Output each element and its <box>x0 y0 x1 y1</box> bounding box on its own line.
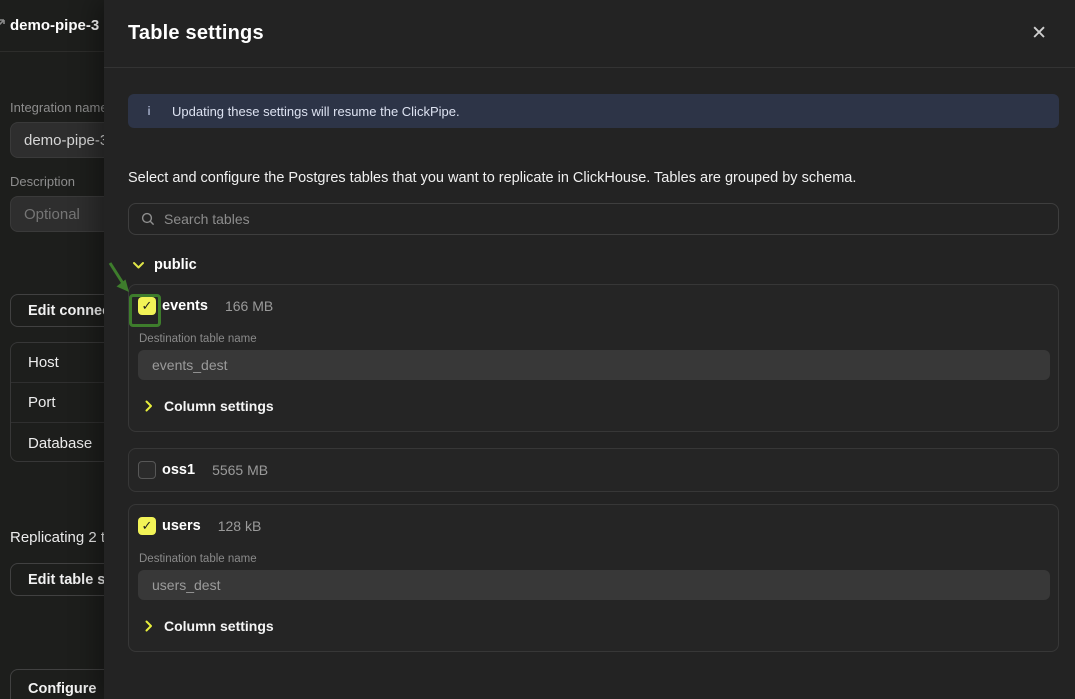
pipe-icon <box>0 17 7 36</box>
connection-row-port: Port <box>11 383 104 423</box>
events-checkbox[interactable]: ✓ <box>138 297 156 315</box>
column-settings-toggle-events[interactable]: Column settings <box>145 398 1058 431</box>
users-checkbox[interactable]: ✓ <box>138 517 156 535</box>
edit-connection-button[interactable]: Edit connection <box>10 294 104 327</box>
table-name: users <box>162 518 201 534</box>
table-row: ✓ events 166 MB <box>129 285 1058 327</box>
modal-description: Select and configure the Postgres tables… <box>128 170 1059 186</box>
modal-header: Table settings ✕ <box>104 0 1075 68</box>
configure-button[interactable]: Configure <box>10 669 104 699</box>
edit-table-settings-button[interactable]: Edit table settings <box>10 563 104 596</box>
table-card-users: ✓ users 128 kB Destination table name Co… <box>128 504 1059 652</box>
destination-table-label: Destination table name <box>139 333 1058 345</box>
close-icon[interactable]: ✕ <box>1023 20 1055 47</box>
info-banner: i Updating these settings will resume th… <box>128 94 1059 128</box>
schema-group-public[interactable]: public <box>128 257 1059 273</box>
topbar: demo-pipe-3 <box>0 0 104 52</box>
chevron-right-icon <box>145 620 153 632</box>
destination-table-label: Destination table name <box>139 553 1058 565</box>
chevron-right-icon <box>145 400 153 412</box>
sidebar: demo-pipe-3 Integration name Description… <box>0 0 104 699</box>
pipe-title: demo-pipe-3 <box>10 17 99 34</box>
description-input[interactable] <box>10 196 104 232</box>
oss1-checkbox[interactable] <box>138 461 156 479</box>
table-name: events <box>162 298 208 314</box>
table-size: 5565 MB <box>212 462 268 478</box>
table-row: oss1 5565 MB <box>129 449 1058 491</box>
table-row: ✓ users 128 kB <box>129 505 1058 547</box>
schema-name: public <box>154 257 197 273</box>
table-card-events: ✓ events 166 MB Destination table name C… <box>128 284 1059 432</box>
description-label: Description <box>10 174 75 189</box>
replicating-tables-text: Replicating 2 tables <box>10 529 104 546</box>
modal-title: Table settings <box>128 22 1023 45</box>
destination-table-input-users[interactable] <box>138 570 1050 600</box>
column-settings-label: Column settings <box>164 398 274 414</box>
column-settings-toggle-users[interactable]: Column settings <box>145 618 1058 651</box>
connection-details-card: Host Port Database <box>10 342 104 462</box>
search-box <box>128 203 1059 235</box>
integration-name-label: Integration name <box>10 100 104 115</box>
table-size: 128 kB <box>218 518 262 534</box>
connection-row-database: Database <box>11 423 104 462</box>
connection-row-host: Host <box>11 343 104 383</box>
search-input[interactable] <box>164 211 1046 227</box>
search-icon <box>141 212 155 226</box>
info-icon: i <box>146 104 152 118</box>
table-card-oss1: oss1 5565 MB <box>128 448 1059 492</box>
screen: demo-pipe-3 Integration name Description… <box>0 0 1075 699</box>
table-size: 166 MB <box>225 298 273 314</box>
table-name: oss1 <box>162 462 195 478</box>
column-settings-label: Column settings <box>164 618 274 634</box>
table-settings-modal: Table settings ✕ i Updating these settin… <box>104 0 1075 699</box>
modal-body: i Updating these settings will resume th… <box>104 68 1075 652</box>
integration-name-input[interactable] <box>10 122 104 158</box>
info-banner-text: Updating these settings will resume the … <box>172 104 460 119</box>
destination-table-input-events[interactable] <box>138 350 1050 380</box>
chevron-down-icon <box>132 261 145 270</box>
